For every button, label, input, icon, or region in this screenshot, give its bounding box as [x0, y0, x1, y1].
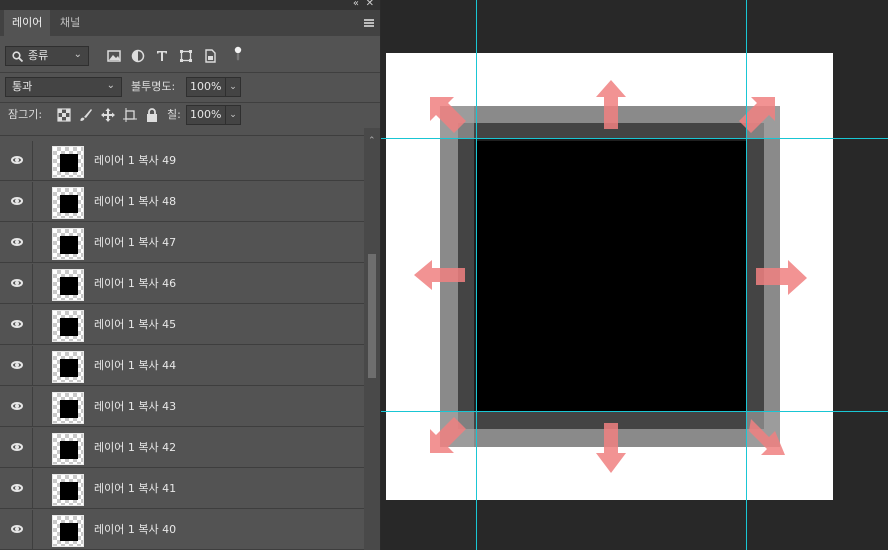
chevron-down-icon: ⌄ — [73, 49, 82, 60]
tab-channels[interactable]: 채널 — [52, 10, 88, 36]
chevron-down-icon: ⌄ — [106, 80, 115, 91]
partial-layer-row — [0, 128, 364, 136]
layer-row[interactable]: 레이어 1 복사 42 — [0, 428, 364, 468]
horizontal-guide[interactable] — [381, 411, 888, 412]
visibility-toggle[interactable] — [0, 141, 33, 181]
layer-name: 레이어 1 복사 42 — [94, 441, 177, 454]
layer-name: 레이어 1 복사 47 — [94, 236, 177, 249]
visibility-toggle[interactable] — [0, 223, 33, 263]
layer-thumbnail — [52, 515, 84, 547]
vertical-guide[interactable] — [476, 0, 477, 550]
adjustment-filter-icon[interactable] — [130, 48, 146, 64]
panel-tab-bar: 레이어 채널 — [0, 10, 380, 36]
visibility-toggle[interactable] — [0, 346, 33, 386]
scrollbar-thumb[interactable] — [368, 254, 376, 378]
double-chevron-left-icon[interactable]: « — [353, 0, 359, 9]
filter-toggle-icon[interactable] — [230, 46, 246, 62]
layer-thumbnail — [52, 351, 84, 383]
text-filter-icon[interactable] — [154, 48, 170, 64]
layer-name: 레이어 1 복사 40 — [94, 523, 177, 536]
layer-name: 레이어 1 복사 41 — [94, 482, 177, 495]
layer-row[interactable]: 레이어 1 복사 40 — [0, 510, 364, 550]
lock-artboard-icon[interactable] — [122, 107, 138, 123]
layer-name: 레이어 1 복사 45 — [94, 318, 177, 331]
horizontal-guide[interactable] — [381, 138, 888, 139]
layer-name: 레이어 1 복사 48 — [94, 195, 177, 208]
eye-icon — [11, 156, 23, 164]
visibility-toggle[interactable] — [0, 182, 33, 222]
canvas-artwork — [414, 80, 807, 473]
document-canvas[interactable] — [386, 53, 833, 500]
lock-image-icon[interactable] — [78, 107, 94, 123]
eye-icon — [11, 279, 23, 287]
close-icon[interactable]: ✕ — [366, 0, 374, 9]
opacity-input[interactable]: 100% — [186, 77, 226, 97]
filter-kind-label: 종류 — [28, 49, 49, 62]
layer-row[interactable]: 레이어 1 복사 46 — [0, 264, 364, 304]
layer-row[interactable]: 레이어 1 복사 41 — [0, 469, 364, 509]
layers-list: 레이어 1 복사 49 레이어 1 복사 48 레이어 1 복사 47 레이어 … — [0, 128, 364, 550]
vertical-guide[interactable] — [746, 0, 747, 550]
layers-panel: « ✕ 레이어 채널 종류 ⌄ 통과 ⌄ 불투명도: 100% ⌄ 잠그기: 칠… — [0, 0, 381, 550]
visibility-toggle[interactable] — [0, 305, 33, 345]
eye-icon — [11, 525, 23, 533]
eye-icon — [11, 320, 23, 328]
blend-mode-select[interactable]: 통과 ⌄ — [5, 77, 122, 97]
layer-thumbnail — [52, 392, 84, 424]
visibility-toggle[interactable] — [0, 469, 33, 509]
layer-row[interactable]: 레이어 1 복사 44 — [0, 346, 364, 386]
eye-icon — [11, 443, 23, 451]
layer-row[interactable]: 레이어 1 복사 43 — [0, 387, 364, 427]
eye-icon — [11, 484, 23, 492]
visibility-toggle[interactable] — [0, 264, 33, 304]
layer-row[interactable]: 레이어 1 복사 45 — [0, 305, 364, 345]
fill-label: 칠: — [167, 108, 181, 121]
layer-thumbnail — [52, 433, 84, 465]
layer-name: 레이어 1 복사 44 — [94, 359, 177, 372]
tab-layers[interactable]: 레이어 — [4, 10, 51, 36]
layer-row[interactable]: 레이어 1 복사 48 — [0, 182, 364, 222]
opacity-dropdown-button[interactable]: ⌄ — [225, 77, 241, 97]
layer-thumbnail — [52, 269, 84, 301]
layers-scrollbar[interactable]: ⌃ — [364, 128, 380, 550]
scroll-up-icon[interactable]: ⌃ — [368, 136, 376, 146]
layer-thumbnail — [52, 310, 84, 342]
fill-input[interactable]: 100% — [186, 105, 226, 125]
layer-thumbnail — [52, 228, 84, 260]
smart-object-filter-icon[interactable] — [202, 48, 218, 64]
lock-all-icon[interactable] — [144, 107, 160, 123]
layer-thumbnail — [52, 474, 84, 506]
eye-icon — [11, 197, 23, 205]
fill-dropdown-button[interactable]: ⌄ — [225, 105, 241, 125]
blend-mode-label: 통과 — [12, 80, 33, 93]
eye-icon — [11, 402, 23, 410]
lock-position-icon[interactable] — [100, 107, 116, 123]
visibility-toggle[interactable] — [0, 387, 33, 427]
lock-label: 잠그기: — [8, 108, 43, 121]
eye-icon — [11, 361, 23, 369]
filter-kind-select[interactable]: 종류 ⌄ — [5, 46, 89, 66]
opacity-label: 불투명도: — [131, 80, 176, 93]
layer-name: 레이어 1 복사 43 — [94, 400, 177, 413]
image-filter-icon[interactable] — [106, 48, 122, 64]
search-icon — [12, 51, 23, 62]
black-square — [476, 141, 746, 411]
layer-name: 레이어 1 복사 49 — [94, 154, 177, 167]
shape-filter-icon[interactable] — [178, 48, 194, 64]
panel-menu-icon[interactable] — [364, 19, 374, 27]
visibility-toggle[interactable] — [0, 510, 33, 550]
layer-thumbnail — [52, 146, 84, 178]
layer-thumbnail — [52, 187, 84, 219]
layer-row[interactable]: 레이어 1 복사 47 — [0, 223, 364, 263]
eye-icon — [11, 238, 23, 246]
layer-row[interactable]: 레이어 1 복사 49 — [0, 141, 364, 181]
blend-row: 통과 ⌄ 불투명도: 100% ⌄ — [0, 72, 380, 103]
lock-row: 잠그기: 칠: 100% ⌄ — [0, 102, 380, 128]
layer-name: 레이어 1 복사 46 — [94, 277, 177, 290]
lock-transparent-icon[interactable] — [56, 107, 72, 123]
visibility-toggle[interactable] — [0, 428, 33, 468]
panel-title-strip: « ✕ — [0, 0, 380, 10]
filter-row: 종류 ⌄ — [0, 36, 380, 73]
